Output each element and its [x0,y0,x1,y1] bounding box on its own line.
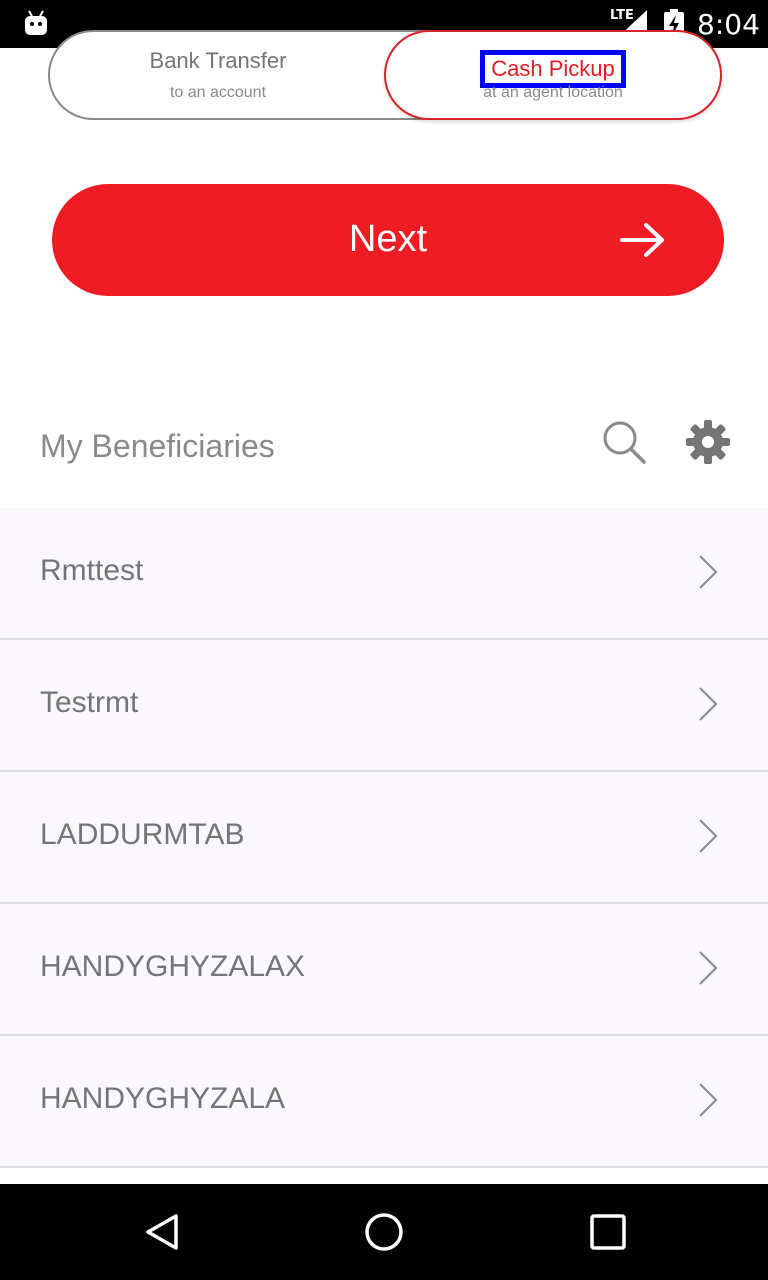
chevron-right-icon [699,951,718,985]
cash-pickup-option[interactable]: Cash Pickup at an agent location [384,30,722,120]
android-debug-icon [25,10,47,35]
chevron-right-icon [699,1083,718,1117]
list-item[interactable]: Testrmt [0,640,768,772]
chevron-right-icon [699,819,718,853]
cash-pickup-title: Cash Pickup [480,50,626,88]
beneficiary-name: Rmttest [40,554,144,587]
gear-icon[interactable] [684,418,732,466]
beneficiary-name: Testrmt [40,686,139,719]
back-icon[interactable] [140,1210,184,1254]
clock: 8:04 [697,8,760,41]
bank-transfer-title: Bank Transfer [149,48,287,73]
list-item[interactable]: LADDURMTAB [0,772,768,904]
chevron-right-icon [699,555,718,589]
system-nav-bar [0,1184,768,1280]
list-item[interactable]: HANDYGHYZALAX [0,904,768,1036]
list-item[interactable]: HANDYGHYZALA [0,1036,768,1168]
beneficiary-name: HANDYGHYZALAX [40,950,306,983]
beneficiary-list: Rmttest Testrmt LADDURMTAB HANDYGHYZALAX… [0,508,768,1168]
beneficiary-name: LADDURMTAB [40,818,245,851]
bank-transfer-subtitle: to an account [169,84,267,101]
list-item[interactable]: Rmttest [0,508,768,640]
beneficiaries-title: My Beneficiaries [40,428,275,464]
beneficiary-name: HANDYGHYZALA [40,1082,286,1115]
cash-pickup-title-wrap: Cash Pickup [386,50,720,88]
bank-transfer-option[interactable]: Bank Transfer to an account [50,32,386,118]
chevron-right-icon [699,687,718,721]
home-icon[interactable] [362,1210,406,1254]
recents-icon[interactable] [586,1210,630,1254]
arrow-right-icon [620,223,664,257]
search-icon[interactable] [600,418,648,466]
cash-pickup-subtitle: at an agent location [483,84,623,101]
transfer-type-toggle: Bank Transfer to an account Cash Pickup … [48,30,722,120]
